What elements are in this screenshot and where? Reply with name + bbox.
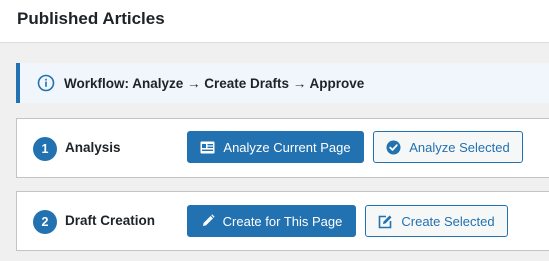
id-card-icon <box>200 141 215 154</box>
create-selected-button[interactable]: Create Selected <box>365 205 508 237</box>
page-title: Published Articles <box>17 9 165 28</box>
analyze-current-page-button[interactable]: Analyze Current Page <box>187 131 364 163</box>
create-for-this-page-button[interactable]: Create for This Page <box>187 205 356 237</box>
step-card-draft-creation: 2 Draft Creation Create for This Page Cr… <box>16 191 549 251</box>
step-number-badge: 1 <box>33 137 57 161</box>
page-header: Published Articles <box>0 0 549 43</box>
step-card-analysis: 1 Analysis Analyze Current Page Analyze … <box>16 118 549 178</box>
workflow-notice: Workflow: Analyze → Create Drafts → Appr… <box>16 63 549 103</box>
analyze-selected-label: Analyze Selected <box>409 139 510 155</box>
create-for-this-page-label: Create for This Page <box>222 213 343 229</box>
analyze-selected-button[interactable]: Analyze Selected <box>373 131 523 163</box>
check-circle-icon <box>386 140 401 155</box>
workflow-notice-text: Workflow: Analyze → Create Drafts → Appr… <box>64 75 365 91</box>
create-selected-label: Create Selected <box>401 213 495 229</box>
pencil-icon <box>201 214 215 228</box>
info-icon <box>37 74 55 92</box>
analyze-current-page-label: Analyze Current Page <box>223 139 351 155</box>
step-number-badge: 2 <box>33 210 57 234</box>
step-label: Draft Creation <box>65 213 156 228</box>
edit-icon <box>378 214 393 229</box>
step-label: Analysis <box>65 140 121 155</box>
